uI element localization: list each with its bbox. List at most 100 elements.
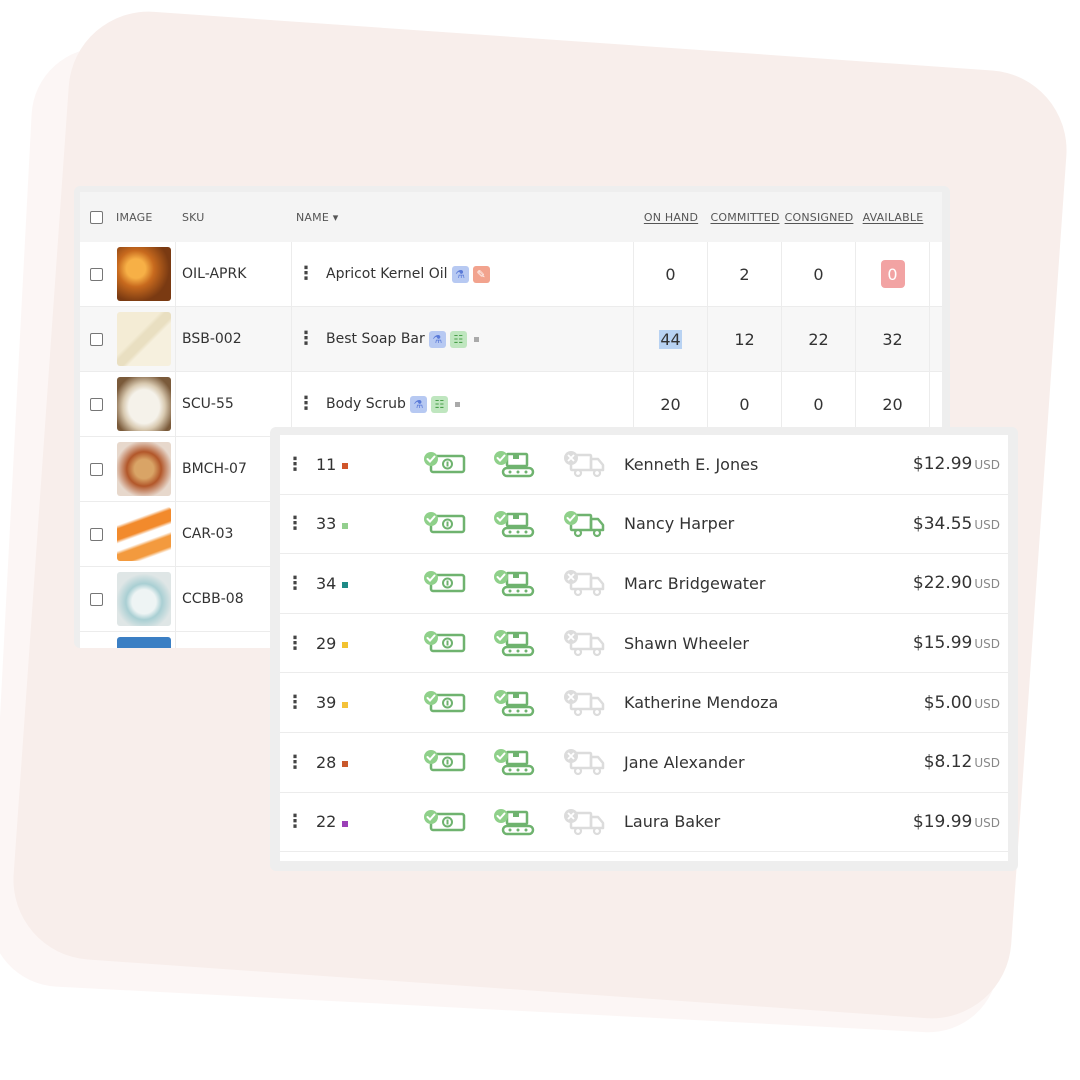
row-checkbox[interactable] xyxy=(89,267,103,281)
money-check-icon xyxy=(410,570,480,596)
customer-name[interactable]: Shawn Wheeler xyxy=(620,634,870,653)
col-committed-header[interactable]: COMMITTED xyxy=(708,192,782,242)
col-name-header[interactable]: NAME ▾ xyxy=(292,192,634,242)
sku-cell: OIL-APRK xyxy=(176,242,292,306)
order-qty-value: 33 xyxy=(316,514,337,534)
order-total: $5.00 USD xyxy=(870,693,1000,713)
order-color-square xyxy=(342,701,349,708)
currency-label: USD xyxy=(974,577,1000,592)
order-row[interactable]: ⋮ 39 Katherine Mendoza $5.00 USD xyxy=(280,673,1008,733)
row-checkbox[interactable] xyxy=(89,592,103,606)
order-menu-icon[interactable]: ⋮ xyxy=(280,573,310,594)
order-price-value: $8.12 xyxy=(923,752,973,773)
flask-icon: ⚗ xyxy=(428,330,446,348)
committed-cell: 2 xyxy=(708,242,782,306)
product-name[interactable]: Best Soap Bar xyxy=(326,331,425,347)
order-price-value: $5.00 xyxy=(923,692,973,713)
customer-name[interactable]: Jane Alexander xyxy=(620,753,870,772)
row-checkbox[interactable] xyxy=(89,527,103,541)
order-price-value: $34.55 xyxy=(912,513,973,534)
order-qty-value: 28 xyxy=(316,752,337,772)
table-row[interactable]: BSB-002 ⋮ Best Soap Bar ⚗ ☷ 44 12 22 32 xyxy=(80,307,942,372)
order-row[interactable]: ⋮ 34 Marc Bridgewater $22.90 USD xyxy=(280,554,1008,614)
conveyor-check-icon xyxy=(480,569,550,597)
on-hand-cell[interactable]: 0 xyxy=(634,242,708,306)
truck-check-icon xyxy=(550,510,620,538)
order-quantity: 39 xyxy=(310,693,410,712)
order-qty-value: 34 xyxy=(316,573,337,593)
order-quantity: 29 xyxy=(310,634,410,653)
currency-label: USD xyxy=(974,696,1000,711)
select-all-checkbox[interactable] xyxy=(89,210,103,224)
product-image xyxy=(116,507,171,561)
order-row[interactable]: ⋮ 28 Jane Alexander $8.12 USD xyxy=(280,733,1008,793)
row-menu-icon[interactable]: ⋮ xyxy=(292,395,320,413)
order-row[interactable]: ⋮ 29 Shawn Wheeler $15.99 USD xyxy=(280,614,1008,674)
conveyor-check-icon xyxy=(480,689,550,717)
bill-of-materials-icon: ☷ xyxy=(430,395,448,413)
truck-x-icon[interactable] xyxy=(550,689,620,717)
consigned-cell: 22 xyxy=(782,307,856,371)
row-checkbox[interactable] xyxy=(89,397,103,411)
order-menu-icon[interactable]: ⋮ xyxy=(280,513,310,534)
product-image xyxy=(116,572,171,626)
customer-name[interactable]: Laura Baker xyxy=(620,812,870,831)
order-qty-value: 22 xyxy=(316,812,337,832)
truck-x-icon[interactable] xyxy=(550,748,620,776)
truck-x-icon[interactable] xyxy=(550,450,620,478)
bill-of-materials-icon: ☷ xyxy=(449,330,467,348)
status-dot xyxy=(454,401,460,407)
order-total: $12.99 USD xyxy=(870,454,1000,474)
conveyor-check-icon xyxy=(480,510,550,538)
currency-label: USD xyxy=(974,517,1000,532)
product-name[interactable]: Body Scrub xyxy=(326,396,406,412)
row-checkbox[interactable] xyxy=(89,462,103,476)
currency-label: USD xyxy=(974,458,1000,473)
money-check-icon xyxy=(410,690,480,716)
customer-name[interactable]: Kenneth E. Jones xyxy=(620,455,870,474)
flask-icon: ⚗ xyxy=(451,265,469,283)
order-menu-icon[interactable]: ⋮ xyxy=(280,811,310,832)
col-consigned-header[interactable]: CONSIGNED xyxy=(782,192,856,242)
available-badge: 0 xyxy=(880,260,905,288)
order-row[interactable]: ⋮ 33 Nancy Harper $34.55 USD xyxy=(280,495,1008,555)
col-sku-header[interactable]: SKU xyxy=(176,192,292,242)
order-menu-icon[interactable]: ⋮ xyxy=(280,454,310,475)
table-row[interactable]: OIL-APRK ⋮ Apricot Kernel Oil ⚗ ✎ 0 2 0 … xyxy=(80,242,942,307)
order-color-square xyxy=(342,761,349,768)
on-hand-cell[interactable]: 44 xyxy=(659,329,682,349)
money-check-icon xyxy=(410,809,480,835)
truck-x-icon[interactable] xyxy=(550,569,620,597)
order-total: $8.12 USD xyxy=(870,752,1000,772)
order-menu-icon[interactable]: ⋮ xyxy=(280,692,310,713)
order-qty-value: 29 xyxy=(316,633,337,653)
truck-x-icon[interactable] xyxy=(550,808,620,836)
order-quantity: 33 xyxy=(310,514,410,533)
order-quantity: 28 xyxy=(310,753,410,772)
order-total: $15.99 USD xyxy=(870,633,1000,653)
customer-name[interactable]: Katherine Mendoza xyxy=(620,693,870,712)
product-name[interactable]: Apricot Kernel Oil xyxy=(326,266,448,282)
order-quantity: 22 xyxy=(310,812,410,831)
order-row[interactable]: ⋮ 11 Kenneth E. Jones $12.99 USD xyxy=(280,435,1008,495)
money-check-icon xyxy=(410,451,480,477)
order-menu-icon[interactable]: ⋮ xyxy=(280,633,310,654)
row-menu-icon[interactable]: ⋮ xyxy=(292,330,320,348)
order-row[interactable]: ⋮ 22 Laura Baker $19.99 USD xyxy=(280,793,1008,853)
col-onhand-header[interactable]: ON HAND xyxy=(634,192,708,242)
orders-panel: ⋮ 11 Kenneth E. Jones $12.99 USD ⋮ 33 Na… xyxy=(270,427,1018,871)
order-menu-icon[interactable]: ⋮ xyxy=(280,752,310,773)
order-color-square xyxy=(342,582,349,589)
truck-x-icon[interactable] xyxy=(550,629,620,657)
order-color-square xyxy=(342,463,349,470)
customer-name[interactable]: Marc Bridgewater xyxy=(620,574,870,593)
row-checkbox[interactable] xyxy=(89,332,103,346)
currency-label: USD xyxy=(974,637,1000,652)
product-image xyxy=(116,312,171,366)
money-check-icon xyxy=(410,749,480,775)
order-color-square xyxy=(342,820,349,827)
money-check-icon xyxy=(410,511,480,537)
row-menu-icon[interactable]: ⋮ xyxy=(292,265,320,283)
customer-name[interactable]: Nancy Harper xyxy=(620,514,870,533)
col-available-header[interactable]: AVAILABLE xyxy=(856,192,930,242)
